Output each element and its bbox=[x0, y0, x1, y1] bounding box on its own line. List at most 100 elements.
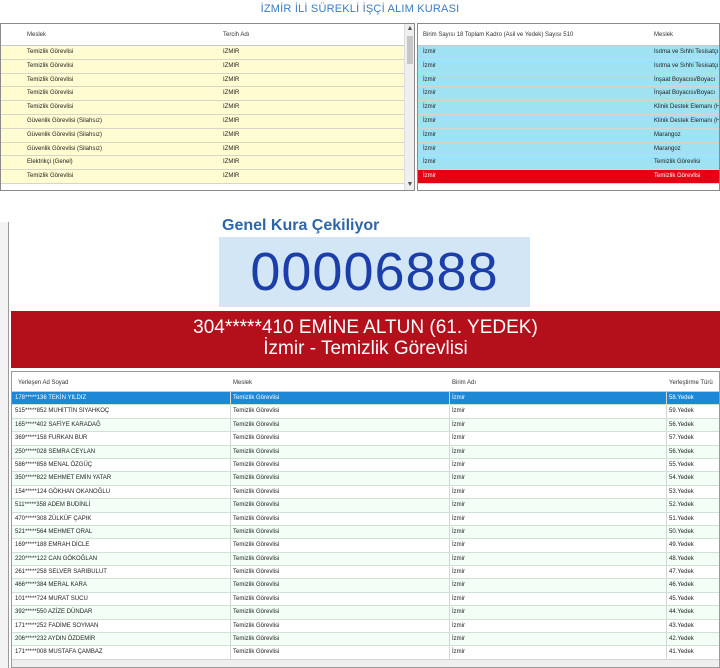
scroll-thumb[interactable] bbox=[407, 36, 413, 64]
birim-grid-rows: İzmir Isıtma ve Sıhhi Tesisatçı İzmir Isıtm… bbox=[418, 46, 719, 184]
cell-meslek: Güvenlik Görevlisi (Silahsız) bbox=[27, 117, 103, 124]
results-row[interactable]: 165*****402 SAFİYE KARADAĞ Temizlik Görev… bbox=[12, 418, 719, 433]
cell-meslek: Temizlik Görevlisi bbox=[27, 62, 74, 69]
results-row[interactable]: 261*****258 SELVER SARIBULUT Temizlik Gör… bbox=[12, 566, 719, 580]
results-row[interactable]: 169*****188 EMRAH DİCLE Temizlik Görevlis… bbox=[12, 539, 719, 553]
scroll-up-icon[interactable]: ▲ bbox=[405, 24, 414, 34]
results-row[interactable]: 586*****858 MENAL ÖZGÜÇ Temizlik Görevlis… bbox=[12, 458, 719, 473]
cell-meslek: Temizlik Görevlisi bbox=[233, 569, 280, 576]
column-divider bbox=[666, 619, 667, 633]
cell-tercih: IZMIR bbox=[223, 117, 240, 124]
birim-row[interactable]: İzmir İnşaat Boyacısı/Boyacı bbox=[418, 73, 719, 88]
col-header-meslek[interactable]: Meslek bbox=[27, 32, 46, 38]
birim-row[interactable]: İzmir İnşaat Boyacısı/Boyacı bbox=[418, 87, 719, 102]
cell-meslek: Temizlik Görevlisi bbox=[233, 636, 280, 643]
cell-meslek: Temizlik Görevlisi bbox=[27, 49, 74, 55]
col-header-name[interactable]: Yerleşen Ad Soyad bbox=[18, 380, 68, 386]
cell-meslek: Klinik Destek Elemanı (H bbox=[654, 117, 720, 124]
column-divider bbox=[449, 432, 450, 445]
results-row[interactable]: 171*****008 MUSTAFA ÇAMBAZ Temizlik Görev… bbox=[12, 646, 719, 660]
birim-row[interactable]: İzmir Marangoz bbox=[418, 142, 719, 157]
tercih-grid[interactable]: Meslek Tercih Adı Temizlik Görevlisi IZMI… bbox=[0, 23, 415, 191]
cell-birim: İzmir bbox=[452, 395, 465, 401]
col-header-birim[interactable]: Birim Sayısı 18 Toplam Kadro (Asil ve Ye… bbox=[423, 32, 573, 38]
cell-tercih: IZMIR bbox=[223, 173, 240, 180]
cell-tur: 43.Yedek bbox=[669, 622, 694, 629]
cell-tur: 55.Yedek bbox=[669, 461, 694, 468]
cell-name: 470*****308 ZÜLKÜF ÇAPIK bbox=[15, 515, 92, 522]
cell-tur: 42.Yedek bbox=[669, 636, 694, 643]
col-header-tur[interactable]: Yerleştirme Türü bbox=[669, 380, 713, 386]
results-grid[interactable]: Yerleşen Ad Soyad Meslek Birim Adı Yerle… bbox=[11, 371, 720, 668]
column-divider bbox=[230, 458, 231, 472]
cell-name: 586*****858 MENAL ÖZGÜÇ bbox=[15, 461, 93, 468]
results-row[interactable]: 392*****550 AZİZE DÜNDAR Temizlik Görevli… bbox=[12, 606, 719, 620]
cell-tur: 52.Yedek bbox=[669, 502, 694, 509]
cell-birim: İzmir bbox=[423, 131, 436, 138]
column-divider bbox=[449, 579, 450, 592]
birim-row[interactable]: İzmir Temizlik Görevlisi bbox=[418, 156, 719, 171]
tercih-row[interactable]: Temizlik Görevlisi IZMIR bbox=[1, 170, 414, 184]
cell-tercih: IZMIR bbox=[223, 145, 240, 152]
results-row[interactable]: 521*****564 MEHMET ORAL Temizlik Görevlis… bbox=[12, 525, 719, 540]
results-row[interactable]: 369*****158 FURKAN BUR Temizlik Görevlisi… bbox=[12, 432, 719, 446]
col-header-meslek[interactable]: Meslek bbox=[654, 32, 673, 38]
cell-name: 178*****136 TEKİN YILDIZ bbox=[15, 395, 87, 401]
cell-birim: İzmir bbox=[452, 622, 465, 629]
birim-row[interactable]: İzmir Temizlik Görevlisi bbox=[418, 170, 719, 184]
results-row[interactable]: 511*****358 ADEM BUDİNLİ Temizlik Görevli… bbox=[12, 499, 719, 513]
col-header-meslek[interactable]: Meslek bbox=[233, 380, 252, 386]
column-divider bbox=[449, 512, 450, 525]
tercih-row[interactable]: Güvenlik Görevlisi (Silahsız) IZMIR bbox=[1, 128, 414, 143]
cell-meslek: İnşaat Boyacısı/Boyacı bbox=[654, 90, 716, 97]
cell-tur: 57.Yedek bbox=[669, 435, 694, 442]
results-row[interactable]: 350*****822 MEHMET EMİN YATAR Temizlik Gö… bbox=[12, 472, 719, 486]
column-divider bbox=[230, 485, 231, 499]
tercih-row[interactable]: Temizlik Görevlisi IZMIR bbox=[1, 46, 414, 60]
left-side-scrollbar[interactable] bbox=[0, 222, 9, 668]
column-divider bbox=[449, 619, 450, 633]
birim-row[interactable]: İzmir Klinik Destek Elemanı (H bbox=[418, 114, 720, 129]
cell-meslek: Klinik Destek Elemanı (H bbox=[654, 104, 720, 111]
results-row[interactable]: 515*****852 MUHİTTİN SIYAHKOÇ Temizlik Gö… bbox=[12, 405, 719, 419]
column-divider bbox=[230, 646, 231, 659]
cell-meslek: Temizlik Görevlisi bbox=[233, 582, 280, 589]
tercih-row[interactable]: Temizlik Görevlisi IZMIR bbox=[1, 101, 414, 115]
cell-meslek: Temizlik Görevlisi bbox=[233, 515, 280, 522]
birim-row[interactable]: İzmir Marangoz bbox=[418, 128, 719, 143]
results-row[interactable]: 171*****252 FADİME SOYMAN Temizlik Görevl… bbox=[12, 619, 719, 634]
tercih-row[interactable]: Temizlik Görevlisi IZMIR bbox=[1, 59, 414, 74]
birim-grid[interactable]: Birim Sayısı 18 Toplam Kadro (Asil ve Ye… bbox=[417, 23, 720, 191]
col-header-birim[interactable]: Birim Adı bbox=[452, 380, 476, 386]
tercih-row[interactable]: Temizlik Görevlisi IZMIR bbox=[1, 73, 414, 88]
column-divider bbox=[230, 539, 231, 552]
column-divider bbox=[666, 432, 667, 445]
results-row[interactable]: 470*****308 ZÜLKÜF ÇAPIK Temizlik Görevli… bbox=[12, 512, 719, 526]
results-grid-hscrollbar[interactable] bbox=[12, 659, 719, 667]
column-divider bbox=[449, 646, 450, 659]
column-divider bbox=[666, 539, 667, 552]
cell-name: 171*****008 MUSTAFA ÇAMBAZ bbox=[15, 649, 103, 656]
results-row[interactable]: 250*****028 SEMRA CEYLAN Temizlik Görevli… bbox=[12, 445, 719, 459]
col-header-tercih[interactable]: Tercih Adı bbox=[223, 32, 249, 38]
tercih-row[interactable]: Elektrikçi (Genel) IZMIR bbox=[1, 156, 414, 171]
cell-meslek: Temizlik Görevlisi bbox=[233, 502, 280, 509]
cell-meslek: Marangoz bbox=[654, 131, 681, 138]
cell-birim: İzmir bbox=[452, 595, 465, 602]
results-row[interactable]: 466*****384 MERAL KARA Temizlik Görevlisi… bbox=[12, 579, 719, 593]
birim-row[interactable]: İzmir Isıtma ve Sıhhi Tesisatçı bbox=[418, 46, 719, 60]
tercih-row[interactable]: Temizlik Görevlisi IZMIR bbox=[1, 87, 414, 102]
column-divider bbox=[666, 646, 667, 659]
results-row[interactable]: 220*****122 CAN GÖKOĞLAN Temizlik Görevli… bbox=[12, 552, 719, 567]
birim-row[interactable]: İzmir Klinik Destek Elemanı (H bbox=[418, 101, 719, 115]
results-row[interactable]: 206*****232 AYDIN ÖZDEMİR Temizlik Görevl… bbox=[12, 633, 719, 647]
scroll-down-icon[interactable]: ▼ bbox=[405, 180, 414, 190]
birim-row[interactable]: İzmir Isıtma ve Sıhhi Tesisatçı bbox=[418, 59, 719, 74]
cell-tur: 49.Yedek bbox=[669, 542, 694, 549]
tercih-row[interactable]: Güvenlik Görevlisi (Silahsız) IZMIR bbox=[1, 142, 414, 157]
results-row[interactable]: 101*****724 MURAT SUCU Temizlik Görevlisi… bbox=[12, 592, 719, 607]
results-row[interactable]: 154*****124 GÖKHAN OKANOĞLU Temizlik Göre… bbox=[12, 485, 719, 500]
results-row[interactable]: 178*****136 TEKİN YILDIZ Temizlik Görevli… bbox=[12, 392, 719, 406]
tercih-grid-scrollbar[interactable]: ▲ ▼ bbox=[404, 24, 414, 190]
tercih-row[interactable]: Güvenlik Görevlisi (Silahsız) IZMIR bbox=[1, 114, 414, 129]
